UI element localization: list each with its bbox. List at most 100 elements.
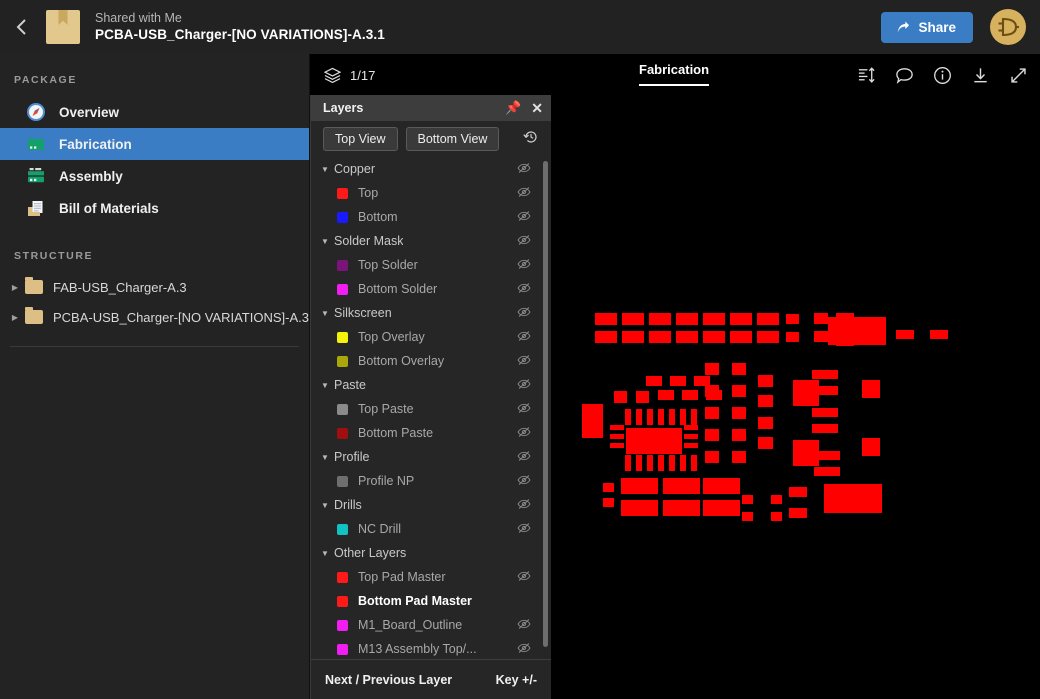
- sidebar-divider: [10, 346, 299, 347]
- chevron-down-icon[interactable]: ▼: [321, 165, 334, 174]
- layer-row[interactable]: Top Solder: [311, 253, 545, 277]
- layer-name: Profile: [334, 450, 370, 464]
- structure-section-heading: STRUCTURE: [14, 250, 94, 262]
- eye-hidden-icon[interactable]: [517, 521, 531, 538]
- structure-tree: ▶ FAB-USB_Charger-A.3 ▶ PCBA-USB_Charger-[N…: [0, 272, 309, 332]
- layer-row[interactable]: ▼ Silkscreen: [311, 301, 545, 325]
- chevron-right-icon[interactable]: ▶: [8, 313, 22, 322]
- layers-scroll-area: ▼ Copper Top Bottom ▼ Solder Mask Top Solder Bo…: [311, 157, 545, 659]
- sidebar-item-assembly[interactable]: Assembly: [0, 160, 309, 192]
- pcb-pad: [636, 391, 649, 403]
- eye-hidden-icon[interactable]: [517, 425, 531, 442]
- eye-hidden-icon[interactable]: [517, 185, 531, 202]
- reset-history-icon[interactable]: [523, 129, 539, 150]
- layer-row[interactable]: Top Paste: [311, 397, 545, 421]
- close-icon[interactable]: ✕: [531, 101, 543, 115]
- layer-row[interactable]: ▼ Paste: [311, 373, 545, 397]
- layer-row[interactable]: Bottom Solder: [311, 277, 545, 301]
- eye-hidden-icon[interactable]: [517, 257, 531, 274]
- layer-row[interactable]: ▼ Other Layers: [311, 541, 545, 565]
- eye-hidden-icon[interactable]: [517, 329, 531, 346]
- chevron-down-icon[interactable]: ▼: [321, 501, 334, 510]
- layer-name: Top Paste: [358, 402, 414, 416]
- layer-row[interactable]: Bottom Overlay: [311, 349, 545, 373]
- layers-scrollbar[interactable]: [543, 161, 548, 647]
- layer-row[interactable]: NC Drill: [311, 517, 545, 541]
- pin-icon[interactable]: 📌: [505, 100, 521, 116]
- layer-row[interactable]: Top Overlay: [311, 325, 545, 349]
- layer-row[interactable]: ▼ Profile: [311, 445, 545, 469]
- eye-hidden-icon[interactable]: [517, 497, 531, 514]
- chevron-down-icon[interactable]: ▼: [321, 549, 334, 558]
- layer-color-swatch: [337, 403, 348, 415]
- tab-fabrication[interactable]: Fabrication: [639, 62, 710, 86]
- chevron-right-icon[interactable]: ▶: [8, 283, 22, 292]
- layer-color-swatch: [337, 571, 348, 583]
- pcb-pad: [814, 467, 840, 476]
- chevron-down-icon[interactable]: ▼: [321, 381, 334, 390]
- back-button[interactable]: [0, 0, 44, 54]
- layer-name: Paste: [334, 378, 366, 392]
- layer-row[interactable]: ▼ Solder Mask: [311, 229, 545, 253]
- pcb-pad: [614, 391, 627, 403]
- sidebar-item-overview[interactable]: Overview: [0, 96, 309, 128]
- layer-counter[interactable]: 1/17: [310, 67, 375, 84]
- share-button[interactable]: Share: [881, 11, 973, 43]
- eye-hidden-icon[interactable]: [517, 209, 531, 226]
- eye-hidden-icon[interactable]: [517, 641, 531, 658]
- layer-row[interactable]: Top Pad Master: [311, 565, 545, 589]
- layer-row[interactable]: Bottom Paste: [311, 421, 545, 445]
- info-icon[interactable]: [933, 66, 952, 85]
- layer-row[interactable]: ▼ Drills: [311, 493, 545, 517]
- layer-name: Bottom Overlay: [358, 354, 445, 368]
- chevron-down-icon[interactable]: ▼: [321, 309, 334, 318]
- altium-365-logo[interactable]: [990, 9, 1026, 45]
- folder-icon: [25, 277, 43, 294]
- pcb-pad: [682, 390, 698, 400]
- pcb-pad: [669, 455, 675, 471]
- pcb-pad: [771, 495, 782, 504]
- eye-hidden-icon[interactable]: [517, 281, 531, 298]
- layer-row[interactable]: M13 Assembly Top/...: [311, 637, 545, 659]
- pcb-pad: [814, 313, 828, 324]
- sidebar-item-fabrication[interactable]: Fabrication: [0, 128, 309, 160]
- eye-hidden-icon[interactable]: [517, 233, 531, 250]
- eye-hidden-icon[interactable]: [517, 161, 531, 178]
- pcb-pad: [610, 434, 624, 439]
- package-nav-list: Overview Fabrication Assembly Bill of Mater…: [0, 96, 309, 224]
- chevron-down-icon[interactable]: ▼: [321, 237, 334, 246]
- layer-color-swatch: [337, 187, 348, 199]
- layer-row[interactable]: Bottom Pad Master: [311, 589, 545, 613]
- layer-row[interactable]: M1_Board_Outline: [311, 613, 545, 637]
- layer-row[interactable]: Profile NP: [311, 469, 545, 493]
- pcb-pad: [636, 455, 642, 471]
- pcb-pad: [626, 428, 682, 454]
- eye-hidden-icon[interactable]: [517, 449, 531, 466]
- comment-icon[interactable]: [895, 66, 914, 85]
- eye-hidden-icon[interactable]: [517, 473, 531, 490]
- fullscreen-icon[interactable]: [1009, 66, 1028, 85]
- layer-row[interactable]: Top: [311, 181, 545, 205]
- layers-list[interactable]: ▼ Copper Top Bottom ▼ Solder Mask Top Solder Bo…: [311, 157, 551, 659]
- title-block: Shared with Me PCBA-USB_Charger-[NO VARI…: [95, 10, 385, 44]
- eye-hidden-icon[interactable]: [517, 569, 531, 586]
- eye-hidden-icon[interactable]: [517, 617, 531, 634]
- layers-panel: Layers 📌 ✕ Top View Bottom View ▼ Copper T…: [310, 95, 551, 699]
- top-view-button[interactable]: Top View: [323, 127, 398, 151]
- eye-hidden-icon[interactable]: [517, 305, 531, 322]
- chevron-down-icon[interactable]: ▼: [321, 453, 334, 462]
- tree-item[interactable]: ▶ PCBA-USB_Charger-[NO VARIATIONS]-A.3: [0, 302, 309, 332]
- download-icon[interactable]: [971, 66, 990, 85]
- measure-icon[interactable]: [857, 66, 876, 85]
- sidebar-item-bill-of-materials[interactable]: Bill of Materials: [0, 192, 309, 224]
- bottom-view-button[interactable]: Bottom View: [405, 127, 500, 151]
- eye-hidden-icon[interactable]: [517, 353, 531, 370]
- eye-hidden-icon[interactable]: [517, 401, 531, 418]
- tree-item[interactable]: ▶ FAB-USB_Charger-A.3: [0, 272, 309, 302]
- layer-row[interactable]: Bottom: [311, 205, 545, 229]
- layer-row[interactable]: ▼ Copper: [311, 157, 545, 181]
- eye-hidden-icon[interactable]: [517, 377, 531, 394]
- pcb-pad: [595, 313, 617, 325]
- pcb-pad: [786, 332, 799, 342]
- pcb-pad: [582, 404, 603, 438]
